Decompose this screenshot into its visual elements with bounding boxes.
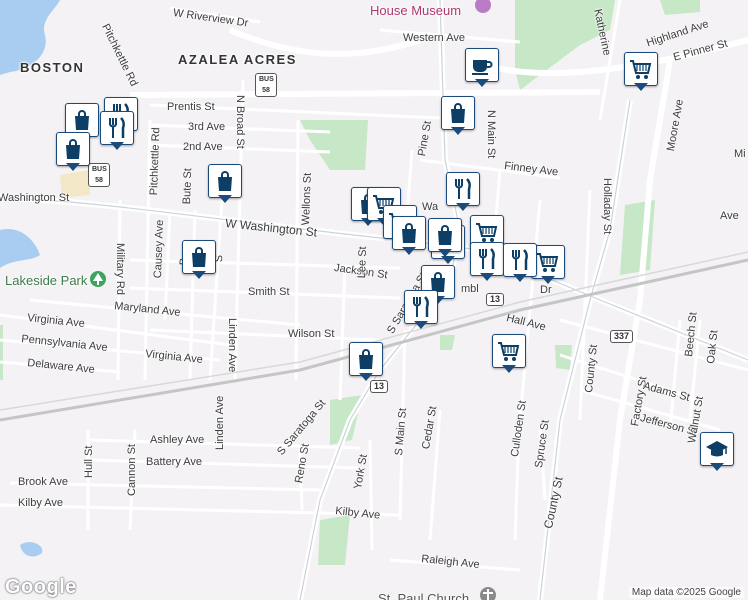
shopping-pin[interactable] [349, 342, 383, 382]
map-attribution[interactable]: Map data ©2025 Google [628, 587, 744, 598]
street-label: Ave [720, 210, 739, 222]
street-label: Linden Ave [226, 318, 238, 373]
street-label: Linden Ave [214, 395, 226, 450]
street-label: N Broad St [234, 95, 246, 149]
street-label: 3rd Ave [188, 121, 226, 133]
street-label: Military Rd [114, 243, 126, 295]
restaurant-pin[interactable] [470, 242, 504, 282]
street-label: Battery Ave [146, 456, 203, 468]
street-label: 2nd Ave [183, 141, 223, 153]
restaurant-pin[interactable] [446, 172, 480, 212]
street-label: Pitchkettle Rd [148, 127, 163, 196]
street-label: Kilby Ave [18, 497, 64, 509]
google-logo[interactable]: Google [5, 576, 77, 599]
route-shield: BUS 58 [88, 163, 110, 187]
map-canvas[interactable]: BOSTON AZALEA ACRES House Museum Lakesid… [0, 0, 748, 600]
street-label: Prentis St [167, 101, 215, 113]
poi-label[interactable]: House Museum [370, 3, 461, 18]
area-label: AZALEA ACRES [178, 52, 297, 67]
area-label: BOSTON [20, 60, 85, 75]
route-shield: 337 [610, 330, 634, 343]
street-label: Bute St [181, 167, 195, 205]
street-label: Washington St [0, 192, 70, 204]
shopping-pin[interactable] [208, 164, 242, 204]
restaurant-pin[interactable] [404, 290, 438, 330]
route-shield: BUS 58 [255, 73, 277, 97]
street-label: Lee St [356, 246, 370, 279]
street-label: Holladay St [601, 178, 613, 235]
street-label: mbl [461, 283, 479, 295]
poi-label[interactable]: Lakeside Park [5, 273, 87, 288]
street-label: Causey Ave [152, 219, 167, 279]
restaurant-pin[interactable] [100, 111, 134, 151]
street-label: Wilson St [288, 328, 335, 340]
shopping-pin[interactable] [441, 96, 475, 136]
street-label: Brook Ave [18, 476, 68, 488]
street-label: Dr [540, 284, 552, 296]
street-label: Ashley Ave [150, 434, 205, 446]
cafe-pin[interactable] [465, 48, 499, 88]
street-label: Cannon St [126, 444, 138, 496]
route-shield: 13 [486, 293, 505, 306]
shopping-pin[interactable] [182, 240, 216, 280]
street-label: Western Ave [403, 32, 465, 44]
street-label: N Main St [485, 110, 497, 159]
restaurant-pin[interactable] [503, 243, 537, 283]
street-label: Wa [422, 201, 439, 213]
shopping-pin[interactable] [56, 132, 90, 172]
shopping-pin[interactable] [428, 218, 462, 258]
street-label: Hull St [83, 445, 95, 478]
street-label: Smith St [248, 286, 290, 298]
shopping-pin[interactable] [392, 216, 426, 256]
street-label: Mi [734, 148, 746, 160]
street-label: Wellons St [300, 172, 314, 226]
grocery-pin[interactable] [624, 52, 658, 92]
poi-label[interactable]: St. Paul Church [378, 591, 469, 600]
school-pin[interactable] [700, 432, 734, 472]
grocery-pin[interactable] [492, 334, 526, 374]
